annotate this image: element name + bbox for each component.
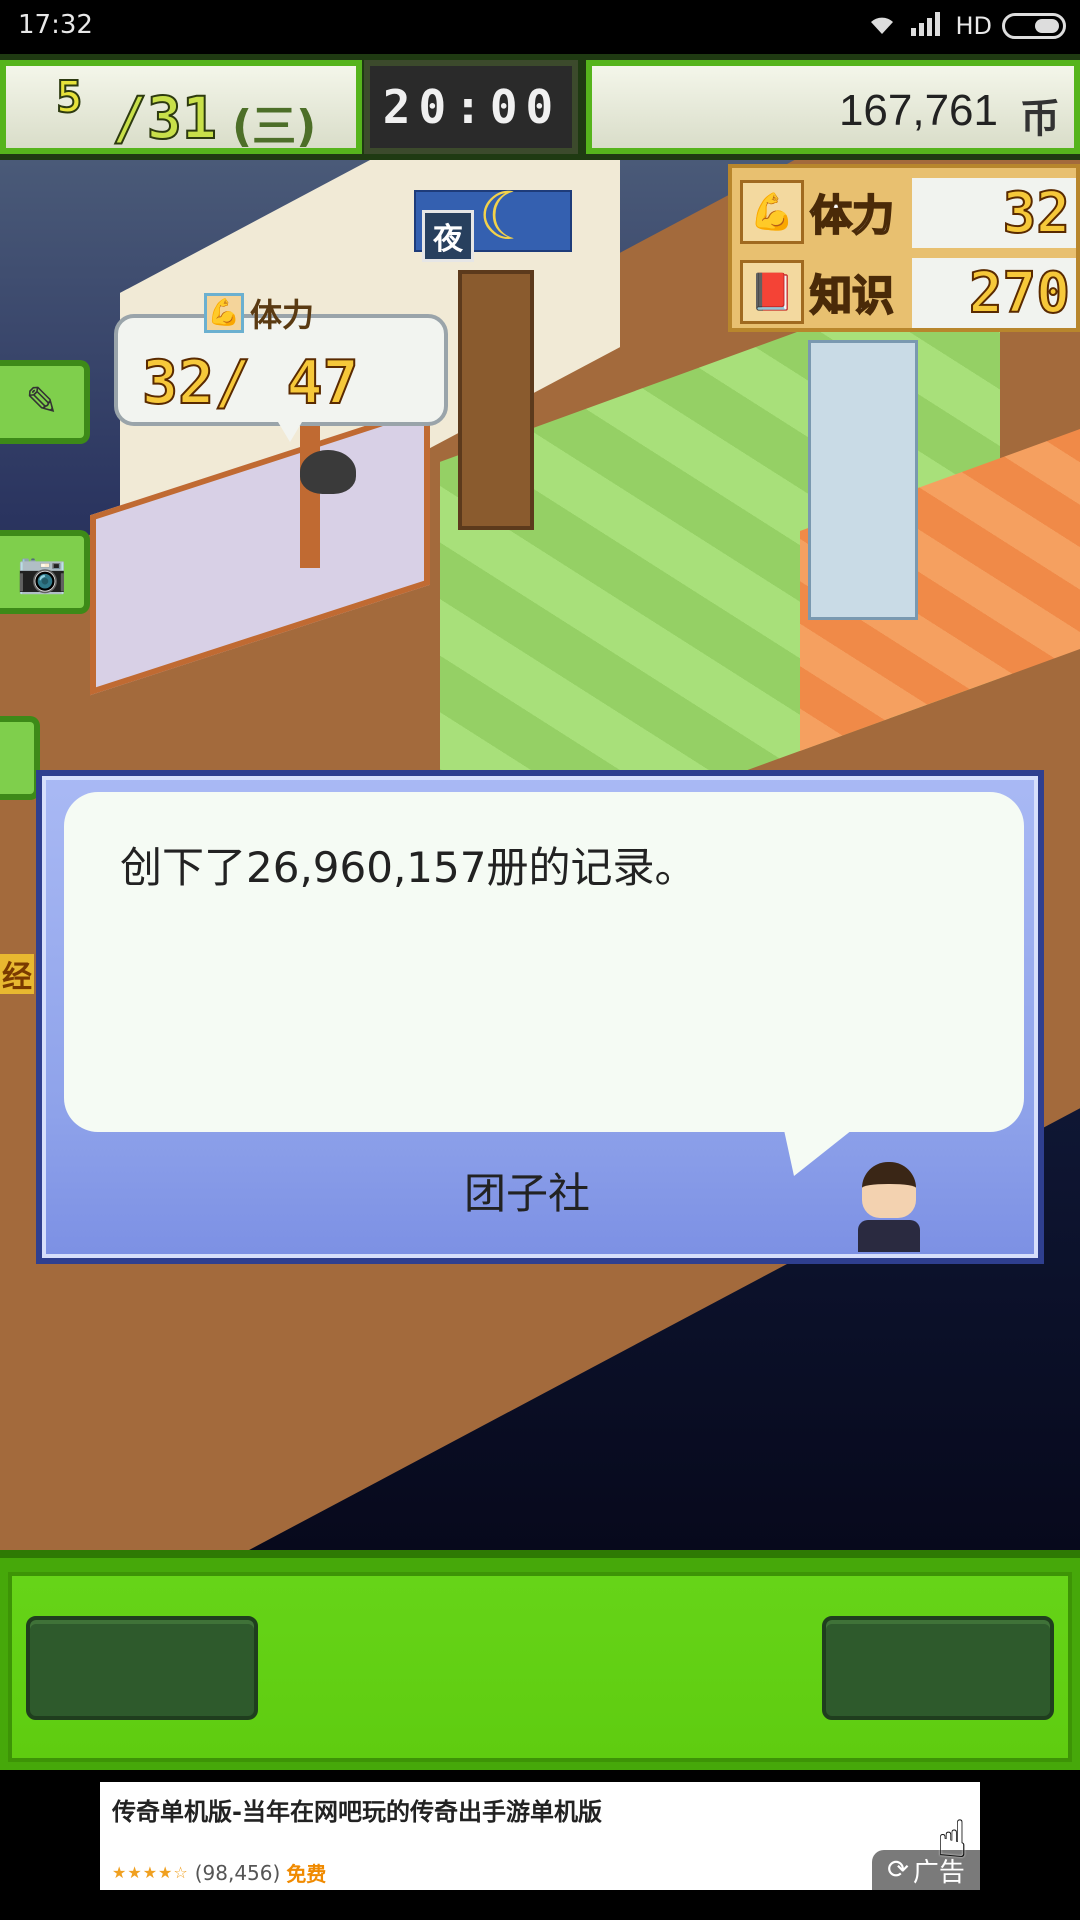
- stat-row-knowledge: 📕 知识 270: [732, 252, 1080, 332]
- side-label: 经: [0, 954, 34, 995]
- network-type: HD: [955, 12, 992, 40]
- date-month: 5: [55, 71, 83, 124]
- stat-knowledge-value: 270: [968, 260, 1071, 327]
- night-label: 夜: [422, 210, 474, 262]
- side-panel-button[interactable]: [0, 716, 40, 800]
- bottom-bar-inner: [8, 1572, 1072, 1762]
- status-icons: HD: [865, 10, 1066, 42]
- bottom-control-bar: [0, 1550, 1080, 1770]
- stat-stamina-value: 32: [1002, 180, 1071, 247]
- camera-icon: 📷: [17, 549, 67, 596]
- stat-row-stamina: 💪 体力 32: [732, 172, 1080, 252]
- stamina-bubble-header: 💪 体力: [204, 290, 314, 336]
- stamina-bubble: 💪 体力 32/ 47: [114, 293, 448, 442]
- avatar-head: [862, 1162, 916, 1218]
- camera-button[interactable]: 📷: [0, 530, 90, 614]
- left-action-button[interactable]: [26, 1616, 258, 1720]
- stat-knowledge-label: 知识: [809, 270, 895, 321]
- date-day: /31: [111, 83, 218, 153]
- game-clock: 20:00: [382, 80, 562, 134]
- status-time: 17:32: [18, 10, 93, 40]
- stats-panel: 💪 体力 32 📕 知识 270: [728, 164, 1080, 332]
- speaker-avatar: [856, 1162, 922, 1254]
- book-icon: 📕: [740, 260, 804, 324]
- muscle-icon: 💪: [740, 180, 804, 244]
- ad-reviews: (98,456): [194, 1860, 281, 1885]
- message-dialog[interactable]: 创下了26,960,157册的记录。 团子社: [36, 770, 1044, 1264]
- night-indicator: 夜 ☾: [414, 178, 572, 262]
- sleeping-character: [300, 450, 356, 494]
- edit-icon: ✎: [25, 379, 59, 425]
- stat-stamina-box: 32: [912, 178, 1076, 248]
- fridge: [808, 340, 918, 620]
- game-scene[interactable]: 夜 ☾ 💪 体力 32/ 47 ✎ 📷 经 💪 体力 32 📕 知识 270 创…: [0, 160, 1080, 1550]
- muscle-icon: 💪: [204, 293, 244, 333]
- stamina-bubble-value: 32/ 47: [141, 347, 360, 419]
- right-action-button[interactable]: [822, 1616, 1054, 1720]
- dialog-message: 创下了26,960,157册的记录。: [120, 843, 697, 892]
- date-panel: 5 /31 (三): [0, 60, 362, 154]
- ad-choices-icon: ⟳: [887, 1855, 909, 1885]
- avatar-body: [858, 1220, 920, 1252]
- edit-button[interactable]: ✎: [0, 360, 90, 444]
- stat-knowledge-box: 270: [912, 258, 1076, 328]
- ad-title[interactable]: 传奇单机版-当年在网吧玩的传奇出手游单机版: [112, 1792, 602, 1827]
- moon-icon: ☾: [478, 178, 538, 255]
- ad-price: 免费: [286, 1862, 327, 1886]
- top-hud: 5 /31 (三) 20:00 167,761 币: [0, 54, 1080, 160]
- money-unit: 币: [1020, 96, 1060, 142]
- wifi-icon: [865, 10, 899, 42]
- date-weekday: (三): [232, 101, 317, 152]
- hand-cursor-icon: ☝: [936, 1810, 968, 1870]
- stat-stamina-label: 体力: [809, 190, 895, 241]
- stamina-bubble-label: 体力: [250, 296, 315, 334]
- money-amount: 167,761: [838, 86, 998, 135]
- rating-stars-icon: ★★★★☆: [112, 1863, 189, 1882]
- clock-panel: 20:00: [364, 60, 578, 154]
- money-panel: 167,761 币: [586, 60, 1080, 154]
- ad-meta: ★★★★☆ (98,456) 免费: [112, 1858, 326, 1887]
- battery-icon: [1002, 13, 1066, 39]
- speech-bubble: 创下了26,960,157册的记录。: [64, 792, 1024, 1176]
- status-bar: 17:32 HD: [0, 0, 1080, 54]
- ad-area: 传奇单机版-当年在网吧玩的传奇出手游单机版 ★★★★☆ (98,456) 免费 …: [0, 1770, 1080, 1920]
- room-door: [458, 270, 534, 530]
- signal-icon: [909, 10, 945, 42]
- ad-banner[interactable]: 传奇单机版-当年在网吧玩的传奇出手游单机版 ★★★★☆ (98,456) 免费 …: [100, 1782, 980, 1890]
